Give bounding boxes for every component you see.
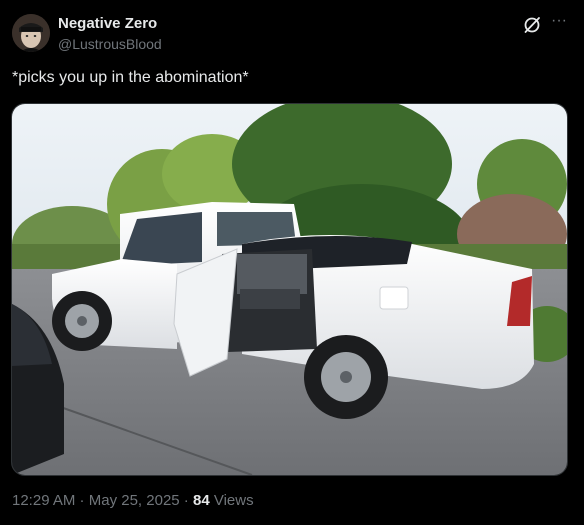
author-name[interactable]: Negative Zero — [58, 15, 157, 32]
tweet-media[interactable] — [11, 103, 568, 476]
profile-avatar-image — [12, 14, 50, 52]
views-label: Views — [209, 492, 254, 509]
tweet-meta: 12:29 AM · May 25, 2025 · 84 Views — [12, 492, 254, 509]
more-icon[interactable]: ··· — [548, 13, 570, 36]
meta-separator-2: · — [179, 492, 193, 509]
meta-separator: · — [75, 492, 89, 509]
author-handle[interactable]: @LustrousBlood — [58, 36, 162, 52]
tweet-text: *picks you up in the abomination* — [12, 69, 249, 86]
views-count[interactable]: 84 — [193, 492, 210, 509]
tweet-date[interactable]: May 25, 2025 — [89, 492, 180, 509]
grok-icon[interactable] — [522, 15, 542, 35]
avatar[interactable] — [12, 14, 50, 52]
tweet-time[interactable]: 12:29 AM — [12, 492, 75, 509]
car-photo — [12, 104, 567, 475]
